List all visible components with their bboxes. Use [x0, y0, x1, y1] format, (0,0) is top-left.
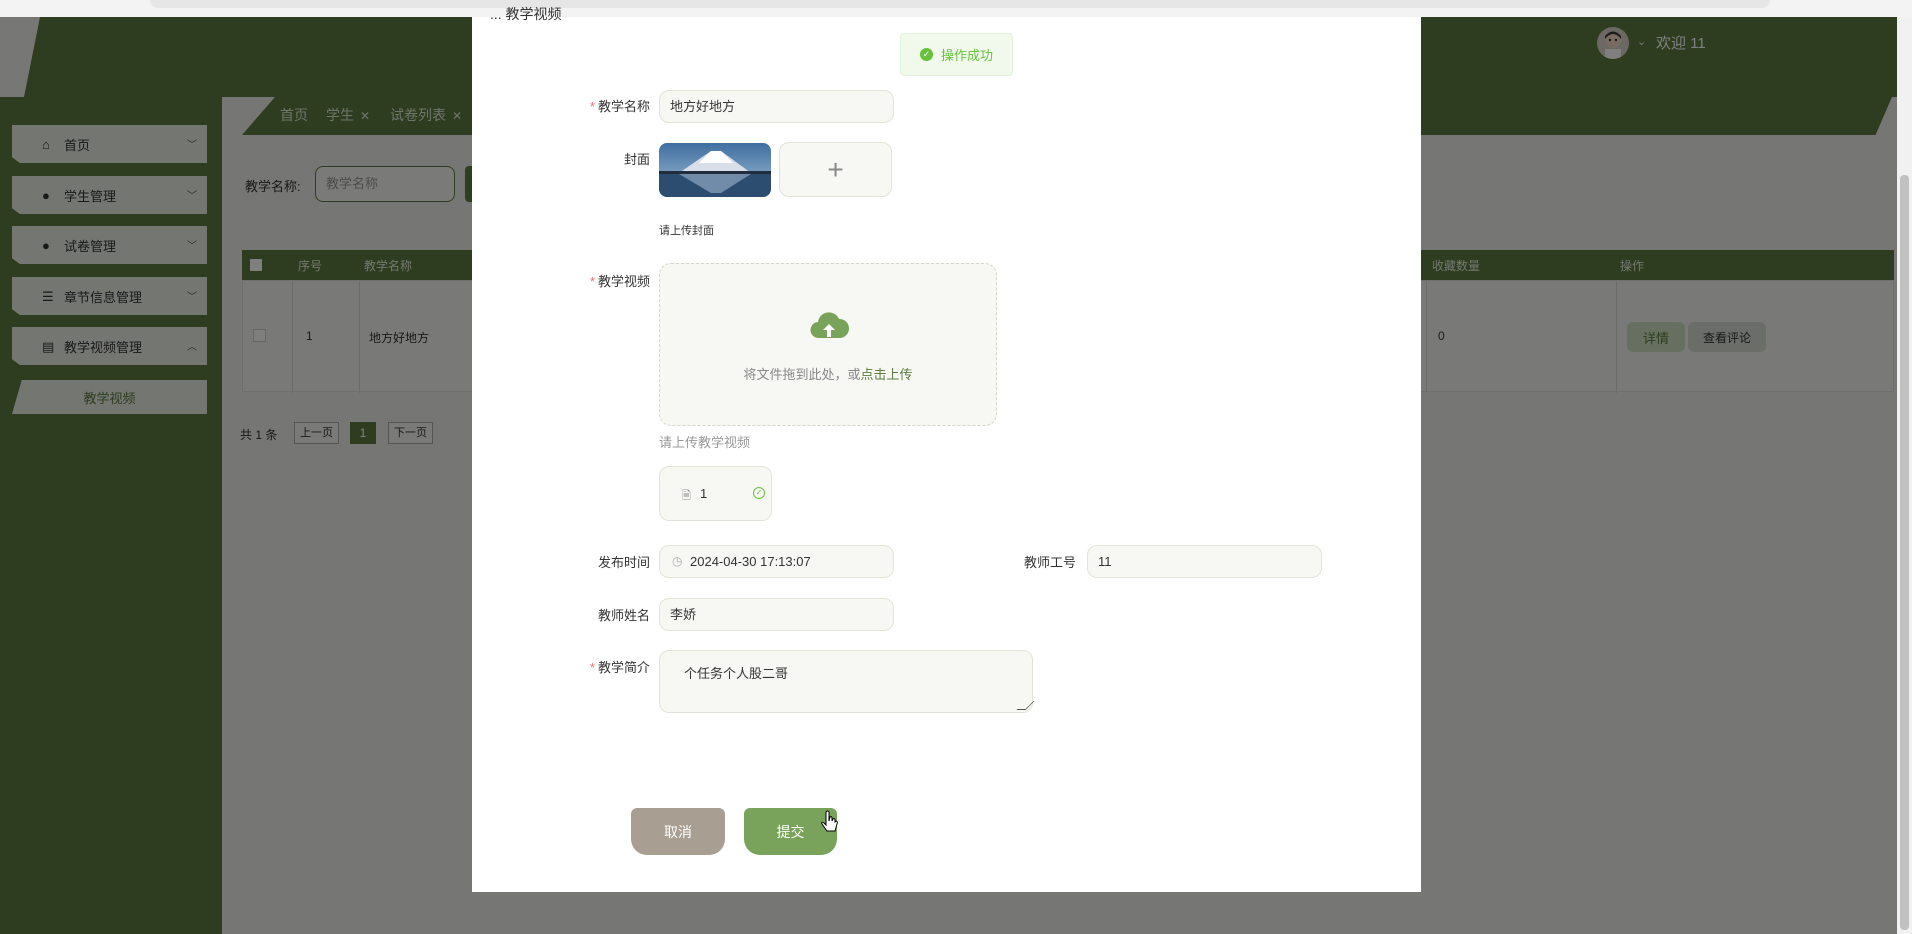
cover-hint: 请上传封面	[659, 225, 714, 237]
uploaded-file[interactable]: 🗎 1 ✓	[659, 466, 772, 521]
teacher-name-label: 教师姓名	[597, 608, 650, 623]
file-name: 1	[700, 486, 708, 501]
intro-textarea[interactable]: 个任务个人股二哥	[659, 650, 1035, 713]
video-dropzone[interactable]: 将文件拖到此处，或点击上传	[659, 263, 997, 426]
clock-icon: ◷	[672, 554, 683, 568]
dropzone-text: 将文件拖到此处，或点击上传	[743, 367, 913, 382]
add-cover-button[interactable]: +	[779, 142, 892, 197]
scrollbar-thumb[interactable]	[1900, 175, 1909, 930]
check-circle-icon: ✓	[753, 487, 765, 499]
cancel-button[interactable]: 取消	[631, 808, 725, 855]
intro-label: * 教学简介	[589, 660, 650, 675]
cover-image[interactable]	[659, 143, 771, 197]
hand-cursor-icon	[820, 810, 838, 837]
success-toast: ✓ 操作成功	[900, 33, 1013, 76]
cloud-upload-icon	[810, 312, 849, 339]
cover-label: 封面	[623, 152, 650, 167]
video-hint: 请上传教学视频	[659, 435, 751, 450]
dialog-title: ... 教学视频	[490, 6, 562, 22]
document-icon: 🗎	[682, 490, 691, 502]
check-circle-icon: ✓	[919, 48, 933, 61]
teacher-id-input[interactable]: 11	[1087, 545, 1322, 578]
name-label: * 教学名称	[589, 99, 650, 114]
name-input[interactable]: 地方好地方	[659, 90, 894, 123]
teacher-id-label: 教师工号	[1023, 555, 1076, 570]
video-label: * 教学视频	[589, 274, 650, 289]
datetime-input[interactable]: ◷ 2024-04-30 17:13:07	[659, 545, 894, 578]
teacher-name-input[interactable]: 李娇	[659, 598, 894, 631]
time-label: 发布时间	[597, 555, 650, 570]
address-bar[interactable]	[150, 0, 1770, 8]
